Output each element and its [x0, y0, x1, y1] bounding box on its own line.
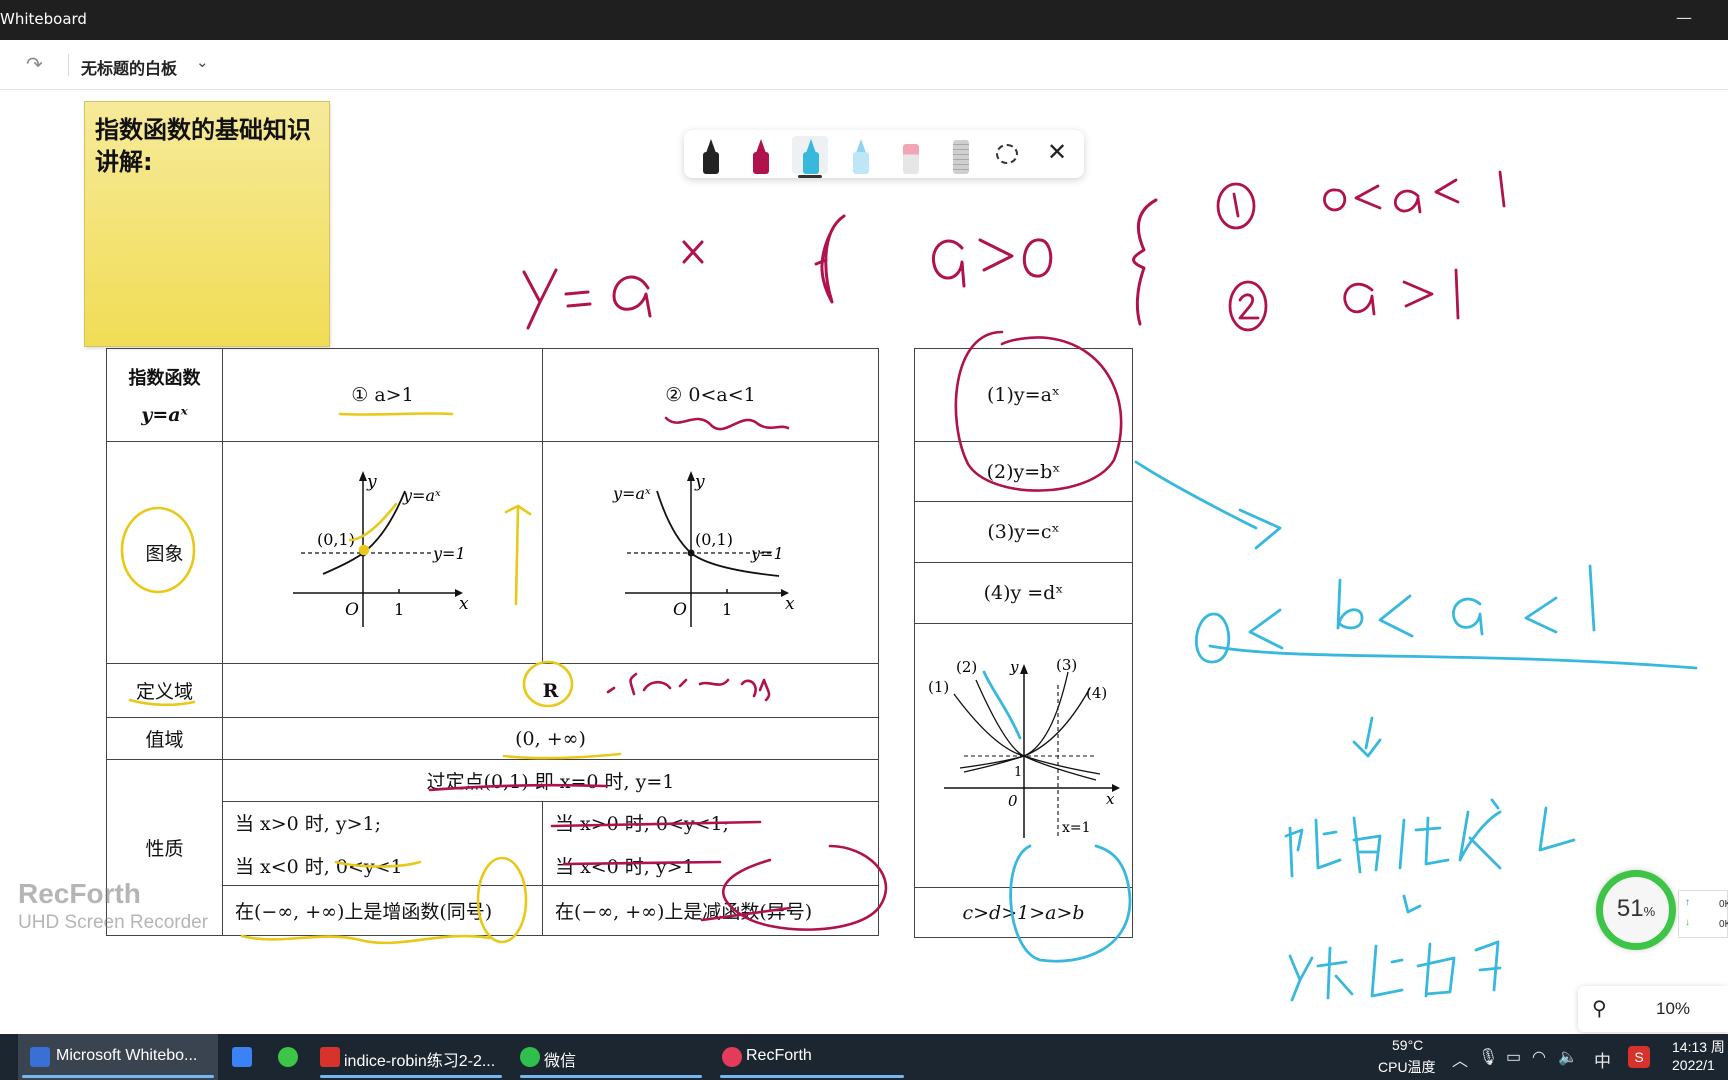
battery-icon[interactable]: ▭: [1506, 1047, 1521, 1067]
zoom-out-icon[interactable]: ⚲: [1592, 996, 1607, 1020]
wifi-icon[interactable]: ◠: [1532, 1047, 1546, 1067]
ime-indicator[interactable]: 中: [1594, 1047, 1611, 1072]
download-arrow-icon: ↓: [1685, 917, 1690, 928]
ink-yellow-marks: [120, 412, 622, 945]
cpu-temp-value: 59°C: [1392, 1037, 1424, 1053]
volume-icon[interactable]: 🔈: [1558, 1047, 1578, 1067]
recorder-watermark: RecForth UHD Screen Recorder: [18, 878, 208, 934]
taskbar: Microsoft Whitebo... indice-robin练习2-2..…: [0, 1034, 1728, 1080]
chevron-up-icon[interactable]: ︿: [1452, 1047, 1468, 1071]
whiteboard-app: Whiteboard — ↷ 无标题的白板 ⌄ 指数函数的基础知识讲解: ✕ 指…: [0, 0, 1728, 1080]
ink-cases: [1216, 170, 1506, 332]
cpu-usage-widget[interactable]: 51%: [1596, 870, 1676, 950]
zoom-control[interactable]: ⚲ 10%: [1578, 986, 1728, 1032]
zoom-level[interactable]: 10%: [1656, 999, 1690, 1019]
clock-date[interactable]: 2022/1: [1672, 1057, 1715, 1073]
ink-a-gt-0: [931, 198, 1158, 326]
cpu-temp-label: CPU温度: [1378, 1059, 1436, 1075]
ink-table-marks: [428, 330, 1123, 931]
net-up-value: 0K: [1719, 899, 1728, 910]
system-tray: 59°C CPU温度 ︿ 🎙 ▭ ◠ 🔈 中 S 14:13 周 2022/1: [0, 1034, 1728, 1080]
clock-time[interactable]: 14:13 周: [1672, 1037, 1725, 1057]
watermark-subtitle: UHD Screen Recorder: [18, 912, 209, 933]
microphone-icon[interactable]: 🎙: [1478, 1047, 1498, 1067]
watermark-title: RecForth: [18, 878, 141, 909]
ink-cyan-marks: [982, 460, 1698, 1002]
ink-layer: [120, 170, 1698, 1002]
cpu-value: 51: [1616, 895, 1644, 922]
sogou-ime-icon[interactable]: S: [1628, 1046, 1650, 1068]
net-down-value: 0K: [1719, 919, 1728, 930]
upload-arrow-icon: ↑: [1685, 897, 1690, 908]
cpu-unit: %: [1643, 904, 1656, 919]
cpu-usage-value: 51%: [1603, 895, 1669, 923]
network-speed-widget: ↑ ↓ 0K 0K: [1678, 890, 1728, 938]
ink-y-equals-a-x: [522, 214, 846, 330]
